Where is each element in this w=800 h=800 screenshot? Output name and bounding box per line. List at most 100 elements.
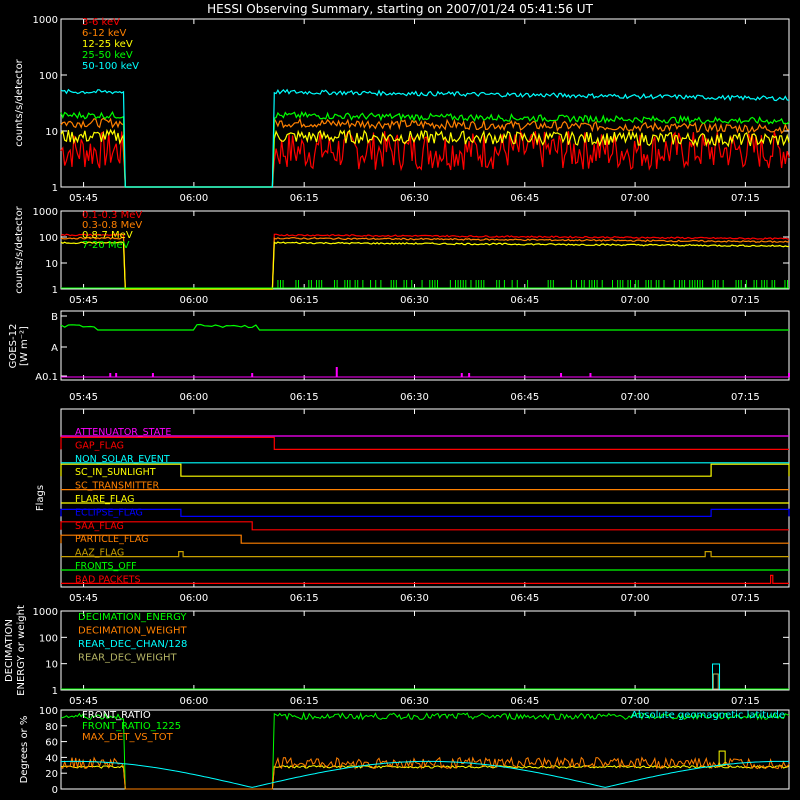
- panel-flags-xtick-label: 06:00: [179, 593, 208, 604]
- legend-ratios-1: FRONT_RATIO_1225: [82, 721, 181, 732]
- panel-goes-xtick-label: 06:30: [400, 392, 429, 403]
- panel-flags-xtick-label: 06:30: [400, 593, 429, 604]
- panel-low-energy-xtick-label: 06:30: [400, 193, 429, 204]
- legend-low-0: 3-6 keV: [82, 17, 120, 28]
- flag-label-sc_in_sunlight: SC_IN_SUNLIGHT: [75, 467, 156, 478]
- panel-decimation-ylabel2: ENERGY or weight: [16, 605, 27, 696]
- panel-goes-xtick-label: 05:45: [69, 392, 98, 403]
- series-3-6-keV: [60, 130, 790, 188]
- panel-low-energy-xtick-label: 05:45: [69, 193, 98, 204]
- flag-label-gap_flag: GAP_FLAG: [75, 440, 124, 451]
- panel-low-energy-ytick-label: 1: [52, 183, 58, 194]
- flag-trace-particle_flag: [60, 534, 789, 544]
- panel-flags-xtick-label: 05:45: [69, 593, 98, 604]
- panel-goes-xtick-label: 07:15: [731, 392, 760, 403]
- panel-flags-xtick-label: 06:45: [510, 593, 539, 604]
- figure-title: HESSI Observing Summary, starting on 200…: [207, 2, 593, 16]
- panel-decimation-xtick-label: 06:00: [179, 696, 208, 707]
- hessi-summary-figure: HESSI Observing Summary, starting on 200…: [4, 2, 790, 796]
- panel-low-energy-xtick-label: 06:15: [290, 193, 319, 204]
- flag-trace-eclipse_flag: [60, 508, 790, 517]
- panel-low-energy-ytick-label: 10: [45, 127, 58, 138]
- panel-high-energy-ytick-label: 1000: [33, 207, 58, 218]
- panel-low-energy-xtick-label: 06:00: [179, 193, 208, 204]
- panel-flags-xtick-label: 06:15: [290, 593, 319, 604]
- panel-high-energy-xtick-label: 07:00: [621, 295, 650, 306]
- panel-decimation-ytick-label: 100: [39, 633, 58, 644]
- panel-goes-ytick-label: A: [51, 343, 58, 354]
- panel-goes-frame: [60, 310, 790, 381]
- series-rear-dec-weight: [712, 673, 719, 690]
- panel-goes-xtick-label: 07:00: [621, 392, 650, 403]
- panel-high-energy-xtick-label: 06:30: [400, 295, 429, 306]
- panel-high-energy-frame: [60, 210, 790, 290]
- panel-high-energy-ylabel: counts/s/detector: [14, 205, 25, 293]
- legend-decimation-0: DECIMATION_ENERGY: [78, 612, 187, 623]
- panel-low-energy-frame: [60, 18, 790, 188]
- panel-decimation-ytick-label: 10: [45, 660, 58, 671]
- panel-low-energy-ylabel: counts/s/detector: [14, 58, 25, 146]
- panel-high-energy-ytick-label: 1: [52, 285, 58, 296]
- panel-decimation-ytick-label: 1: [52, 686, 58, 697]
- legend-ratios-2: MAX_DET_VS_TOT: [82, 732, 174, 743]
- flag-trace-bad-packets: [61, 574, 789, 584]
- panel-high-energy-xtick-label: 06:00: [179, 295, 208, 306]
- legend-decimation-2: REAR_DEC_CHAN/128: [78, 639, 187, 650]
- legend-ratios-0: FRONT_RATIO: [82, 710, 151, 721]
- panel-decimation-xtick-label: 06:45: [510, 696, 539, 707]
- panel-low-energy-ytick-label: 1000: [33, 15, 58, 26]
- panel-goes-ytick-label: A0.1: [35, 372, 58, 383]
- panel-goes-xtick-label: 06:45: [510, 392, 539, 403]
- panel-ratios-annotation: Absolute geomagnetic latitude: [631, 710, 785, 721]
- panel-ratios-ytick-label: 40: [45, 753, 58, 764]
- panel-goes-ylabel: GOES-12: [8, 324, 19, 369]
- panel-high-energy-xtick-label: 06:45: [510, 295, 539, 306]
- legend-high-3: 7-20 MeV: [82, 240, 130, 251]
- legend-low-4: 50-100 keV: [82, 61, 139, 72]
- panel-ratios-ytick-label: 0: [52, 785, 58, 796]
- flag-label-saa_flag: SAA_FLAG: [75, 521, 124, 532]
- panel-ratios-ytick-label: 100: [39, 706, 58, 717]
- panel-high-energy-ytick-label: 10: [45, 259, 58, 270]
- panel-high-energy-xtick-label: 07:15: [731, 295, 760, 306]
- panel-ratios-ytick-label: 60: [45, 738, 58, 749]
- panel-low-energy-xtick-label: 06:45: [510, 193, 539, 204]
- flag-trace-sc_in_sunlight: [60, 463, 790, 477]
- panel-goes-ylabel2: [W m⁻²]: [19, 326, 30, 366]
- panel-low-energy-ytick-label: 100: [39, 71, 58, 82]
- legend-decimation-1: DECIMATION_WEIGHT: [78, 626, 187, 637]
- flag-label-particle_flag: PARTICLE_FLAG: [75, 534, 148, 545]
- series-goes-long: [60, 323, 789, 331]
- panel-decimation-xtick-label: 07:15: [731, 696, 760, 707]
- panel-decimation-ylabel: DECIMATION: [4, 619, 15, 682]
- flag-trace-gap_flag: [60, 436, 789, 450]
- panel-flags-ylabel: Flags: [35, 485, 46, 511]
- panel-goes-xtick-label: 06:15: [290, 392, 319, 403]
- series-front-ratio: [60, 765, 790, 790]
- panel-decimation-xtick-label: 06:30: [400, 696, 429, 707]
- legend-low-2: 12-25 keV: [82, 39, 133, 50]
- panel-high-energy-xtick-label: 05:45: [69, 295, 98, 306]
- panel-flags-xtick-label: 07:00: [621, 593, 650, 604]
- panel-low-energy-xtick-label: 07:00: [621, 193, 650, 204]
- legend-low-1: 6-12 keV: [82, 28, 126, 39]
- panel-goes-ytick-label: B: [51, 312, 58, 323]
- panel-decimation-xtick-label: 06:15: [290, 696, 319, 707]
- series-6-12-keV: [60, 116, 790, 188]
- panel-high-energy-ytick-label: 100: [39, 233, 58, 244]
- panel-ratios-ytick-label: 80: [45, 722, 58, 733]
- flag-trace-saa_flag: [60, 521, 789, 531]
- panel-flags-xtick-label: 07:15: [731, 593, 760, 604]
- panel-high-energy-xtick-label: 06:15: [290, 295, 319, 306]
- series-max-det-vs-tot: [60, 756, 790, 790]
- panel-goes-xtick-label: 06:00: [179, 392, 208, 403]
- panel-decimation-xtick-label: 05:45: [69, 696, 98, 707]
- panel-ratios-ylabel: Degrees or %: [19, 716, 30, 784]
- panel-decimation-ytick-label: 1000: [33, 607, 58, 618]
- panel-low-energy-xtick-label: 07:15: [731, 193, 760, 204]
- flag-trace-aaz_flag: [61, 551, 789, 558]
- panel-ratios-ytick-label: 20: [45, 769, 58, 780]
- legend-low-3: 25-50 keV: [82, 50, 133, 61]
- panel-decimation-xtick-label: 07:00: [621, 696, 650, 707]
- legend-decimation-3: REAR_DEC_WEIGHT: [78, 653, 177, 664]
